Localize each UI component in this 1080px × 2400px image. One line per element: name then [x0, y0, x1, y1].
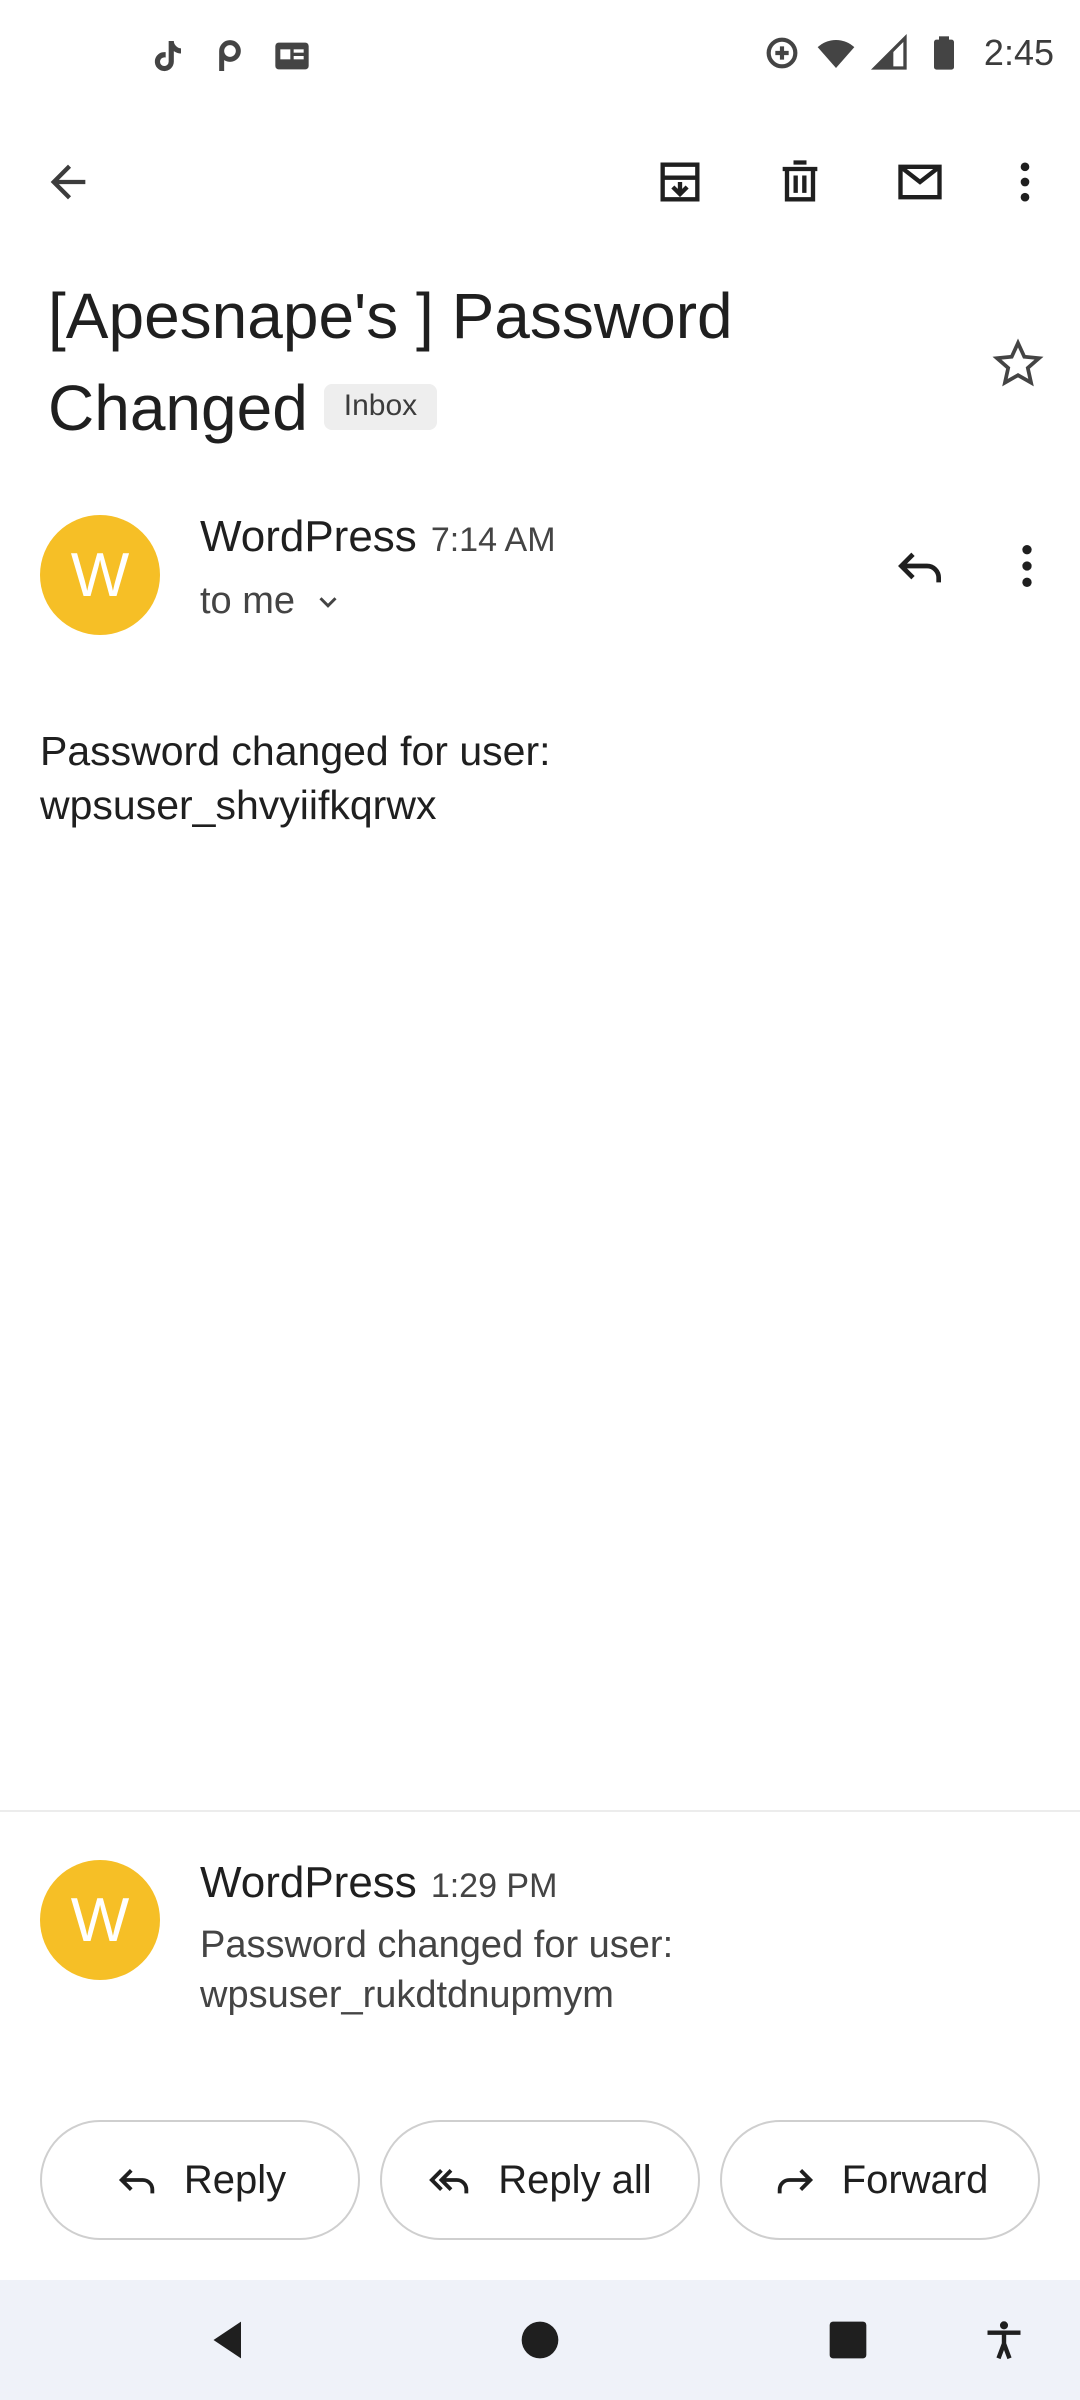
nav-recents-icon	[829, 2321, 867, 2359]
battery-icon	[933, 36, 954, 70]
sender-avatar[interactable]: W	[40, 515, 160, 635]
back-button[interactable]	[38, 152, 98, 212]
reply-all-button[interactable]: Reply all	[380, 2120, 700, 2240]
reply-label: Reply	[183, 2157, 287, 2202]
wifi-icon	[817, 40, 855, 68]
sender-name: WordPress	[200, 512, 417, 561]
sender-line[interactable]: WordPress 1:29 PM	[200, 1858, 557, 1908]
archive-icon	[660, 162, 700, 202]
message-time: 7:14 AM	[430, 521, 556, 559]
news-icon	[275, 42, 309, 70]
sender-name: WordPress	[200, 1858, 417, 1907]
pocket-icon	[219, 40, 241, 71]
nav-back-button[interactable]	[204, 2314, 256, 2366]
message-snippet[interactable]: Password changed for user: wpsuser_rukdt…	[200, 1920, 1020, 2020]
reply-icon	[118, 2169, 155, 2194]
reply-icon	[898, 552, 941, 583]
back-arrow-icon	[50, 164, 86, 200]
message-body: Password changed for user: wpsuser_shvyi…	[40, 724, 551, 832]
nav-recents-button[interactable]	[822, 2314, 874, 2366]
nav-home-icon	[521, 2321, 559, 2359]
more-vert-icon	[1022, 545, 1032, 587]
reply-all-label: Reply all	[498, 2157, 652, 2202]
body-line: Password changed for user:	[40, 728, 551, 774]
snippet-line: wpsuser_rukdtdnupmym	[200, 1974, 614, 2016]
message-more-button[interactable]	[995, 534, 1059, 598]
mark-unread-icon	[898, 164, 942, 200]
status-time: 2:45	[983, 32, 1054, 73]
recipient-toggle[interactable]: to me	[200, 580, 343, 623]
data-saver-icon	[766, 37, 798, 69]
body-line: wpsuser_shvyiifkqrwx	[40, 782, 437, 828]
divider	[0, 1810, 1080, 1812]
status-bar: 2:45	[0, 0, 1080, 116]
system-icons: 2:45	[762, 32, 1054, 74]
toolbar	[0, 130, 1080, 234]
archive-button[interactable]	[650, 152, 710, 212]
nav-home-button[interactable]	[514, 2314, 566, 2366]
mark-unread-button[interactable]	[890, 152, 950, 212]
delete-icon	[782, 160, 818, 202]
delete-button[interactable]	[770, 152, 830, 212]
navigation-bar	[0, 2280, 1080, 2400]
more-options-button[interactable]	[995, 152, 1055, 212]
sender-avatar[interactable]: W	[40, 1860, 160, 1980]
star-icon[interactable]	[990, 336, 1046, 392]
reply-icon-button[interactable]	[888, 534, 952, 598]
email-subject: [Apesnape's ] Password Changed Inbox	[48, 270, 948, 454]
forward-label: Forward	[841, 2157, 989, 2202]
signal-icon	[870, 33, 907, 70]
reply-all-icon	[429, 2169, 469, 2194]
forward-icon	[777, 2169, 813, 2194]
accessibility-icon	[987, 2321, 1021, 2360]
recipient-label: to me	[200, 580, 296, 622]
snippet-line: Password changed for user:	[200, 1924, 674, 1966]
sender-line: WordPress 7:14 AM	[200, 512, 556, 562]
chevron-down-icon	[319, 596, 337, 608]
tiktok-icon	[154, 41, 181, 72]
reply-button[interactable]: Reply	[40, 2120, 360, 2240]
accessibility-button[interactable]	[978, 2314, 1030, 2366]
nav-back-icon	[213, 2321, 241, 2359]
inbox-label-chip[interactable]: Inbox	[323, 384, 438, 431]
forward-button[interactable]: Forward	[720, 2120, 1040, 2240]
more-vert-icon	[1020, 162, 1030, 202]
notification-icons	[148, 36, 312, 76]
message-time: 1:29 PM	[430, 1867, 558, 1905]
